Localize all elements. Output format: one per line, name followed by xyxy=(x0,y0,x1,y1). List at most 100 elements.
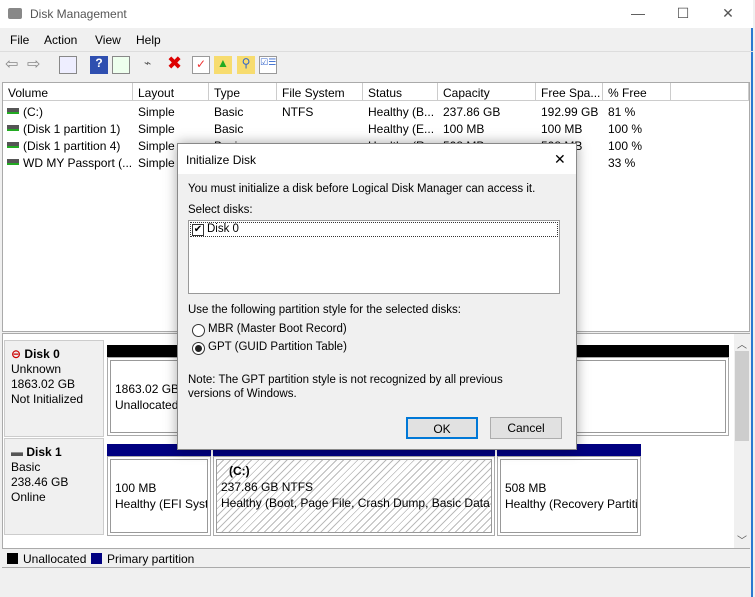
dialog-title-bar: Initialize Disk ✕ xyxy=(178,144,576,174)
table-cell[interactable]: 192.99 GB xyxy=(541,105,603,122)
table-cell[interactable]: 100 % xyxy=(608,122,671,139)
app-icon xyxy=(8,8,22,19)
initialize-disk-dialog: Initialize Disk ✕ You must initialize a … xyxy=(177,143,577,450)
menu-help[interactable]: Help xyxy=(136,33,161,47)
disk-1-label[interactable]: ▬ Disk 1 Basic 238.46 GB Online xyxy=(4,438,104,535)
table-cell[interactable]: Healthy (B... xyxy=(368,105,438,122)
legend: Unallocated Primary partition xyxy=(2,549,750,568)
disk-1-partition-recovery[interactable]: 508 MB Healthy (Recovery Partition) xyxy=(497,456,641,536)
vertical-scrollbar[interactable]: ︿ ﹀ xyxy=(734,334,750,548)
table-cell[interactable]: NTFS xyxy=(282,105,363,122)
table-cell[interactable]: Simple xyxy=(138,105,209,122)
menu-file[interactable]: File xyxy=(10,33,29,47)
table-cell[interactable]: Basic xyxy=(214,105,277,122)
menu-action[interactable]: Action xyxy=(44,33,77,47)
legend-label: Unallocated xyxy=(23,552,87,566)
explore-icon[interactable]: ⚲ xyxy=(237,56,255,74)
legend-swatch-primary xyxy=(91,553,102,564)
column-header-volume[interactable]: Volume xyxy=(3,83,133,101)
volume-drive-icon xyxy=(7,108,19,114)
volume-drive-icon xyxy=(7,125,19,131)
disk-list-item-label: Disk 0 xyxy=(207,223,239,235)
action-pane-icon[interactable] xyxy=(112,56,130,74)
table-cell[interactable]: 81 % xyxy=(608,105,671,122)
table-cell[interactable]: (C:) xyxy=(23,105,133,122)
column-header-free-space[interactable]: Free Spa... xyxy=(536,83,603,101)
disk-size: 238.46 GB xyxy=(11,475,69,489)
partition-desc: Healthy (EFI System Partition) xyxy=(115,497,207,511)
ok-button[interactable]: OK xyxy=(406,417,478,439)
menu-view[interactable]: View xyxy=(95,33,121,47)
disk-list-item[interactable]: ✔ Disk 0 xyxy=(190,222,558,237)
partition-style-label: Use the following partition style for th… xyxy=(188,304,461,316)
disk-type: Unknown xyxy=(11,362,62,376)
column-header-file-system[interactable]: File System xyxy=(277,83,363,101)
dialog-message: You must initialize a disk before Logica… xyxy=(188,183,536,195)
maximize-button[interactable]: ☐ xyxy=(673,5,693,22)
partition-size: 100 MB xyxy=(115,481,157,495)
close-button[interactable]: ✕ xyxy=(718,5,738,22)
column-header-layout[interactable]: Layout xyxy=(133,83,209,101)
gpt-label[interactable]: GPT (GUID Partition Table) xyxy=(208,341,347,353)
open-folder-icon[interactable]: ▲ xyxy=(214,56,232,74)
mbr-radio[interactable] xyxy=(192,324,205,337)
disk-error-icon: ⊖ xyxy=(11,347,22,361)
table-cell[interactable]: Simple xyxy=(138,122,209,139)
disk-state: Online xyxy=(11,490,46,504)
settings-list-icon[interactable]: ☑☰ xyxy=(259,56,277,74)
disk-name: Disk 0 xyxy=(24,347,60,361)
disk-type: Basic xyxy=(11,460,41,474)
legend-label: Primary partition xyxy=(107,552,195,566)
disk-1-partition-efi[interactable]: 100 MB Healthy (EFI System Partition) xyxy=(107,456,211,536)
partition-desc: Healthy (Boot, Page File, Crash Dump, Ba… xyxy=(221,496,491,510)
column-header-type[interactable]: Type xyxy=(209,83,277,101)
column-header-capacity[interactable]: Capacity xyxy=(438,83,536,101)
title-bar: Disk Management — ☐ ✕ xyxy=(0,0,753,28)
scroll-down-icon[interactable]: ﹀ xyxy=(737,532,747,547)
disk-1-partition-c[interactable]: (C:) 237.86 GB NTFS Healthy (Boot, Page Fi… xyxy=(213,456,495,536)
gpt-note: Note: The GPT partition style is not rec… xyxy=(188,374,503,400)
disk-state: Not Initialized xyxy=(11,392,84,406)
table-cell[interactable]: (Disk 1 partition 4) xyxy=(23,139,133,156)
console-tree-icon[interactable] xyxy=(59,56,77,74)
forward-icon[interactable]: ⇨ xyxy=(27,54,45,73)
column-header-percent-free[interactable]: % Free xyxy=(603,83,671,101)
scroll-up-icon[interactable]: ︿ xyxy=(737,336,747,351)
delete-icon[interactable]: ✖ xyxy=(167,53,185,73)
table-cell[interactable]: 237.86 GB xyxy=(443,105,536,122)
properties-icon[interactable]: ✓ xyxy=(192,56,210,74)
disk-size: 1863.02 GB xyxy=(11,377,76,391)
table-cell[interactable]: Healthy (E... xyxy=(368,122,438,139)
volume-drive-icon xyxy=(7,159,19,165)
disk-name: Disk 1 xyxy=(26,445,62,459)
table-cell[interactable] xyxy=(282,122,363,139)
volume-drive-icon xyxy=(7,142,19,148)
table-cell[interactable]: 100 MB xyxy=(443,122,536,139)
disk-listbox[interactable]: ✔ Disk 0 xyxy=(188,220,560,294)
divider xyxy=(0,51,753,52)
column-header-status[interactable]: Status xyxy=(363,83,438,101)
mbr-label[interactable]: MBR (Master Boot Record) xyxy=(208,323,347,335)
back-icon[interactable]: ⇦ xyxy=(5,54,23,73)
connect-disk-icon[interactable]: ⌁ xyxy=(144,56,162,74)
disk-icon: ▬ xyxy=(11,445,23,459)
disk-0-checkbox[interactable]: ✔ xyxy=(192,224,204,236)
dialog-close-button[interactable]: ✕ xyxy=(554,151,566,168)
gpt-radio[interactable] xyxy=(192,342,205,355)
help-icon[interactable]: ? xyxy=(90,56,108,74)
table-cell[interactable]: 33 % xyxy=(608,156,671,173)
disk-0-label[interactable]: ⊖ Disk 0 Unknown 1863.02 GB Not Initiali… xyxy=(4,340,104,437)
dialog-title: Initialize Disk xyxy=(186,153,257,167)
table-cell[interactable]: WD MY Passport (... xyxy=(23,156,133,173)
table-cell[interactable]: 100 % xyxy=(608,139,671,156)
table-cell[interactable]: Basic xyxy=(214,122,277,139)
partition-size: 508 MB xyxy=(505,481,547,495)
table-cell[interactable]: (Disk 1 partition 1) xyxy=(23,122,133,139)
minimize-button[interactable]: — xyxy=(628,5,648,21)
column-header-blank xyxy=(671,83,749,101)
cancel-button[interactable]: Cancel xyxy=(490,417,562,439)
window-title: Disk Management xyxy=(30,7,127,21)
table-cell[interactable]: 100 MB xyxy=(541,122,603,139)
legend-swatch-unallocated xyxy=(7,553,18,564)
scrollbar-thumb[interactable] xyxy=(735,351,749,441)
